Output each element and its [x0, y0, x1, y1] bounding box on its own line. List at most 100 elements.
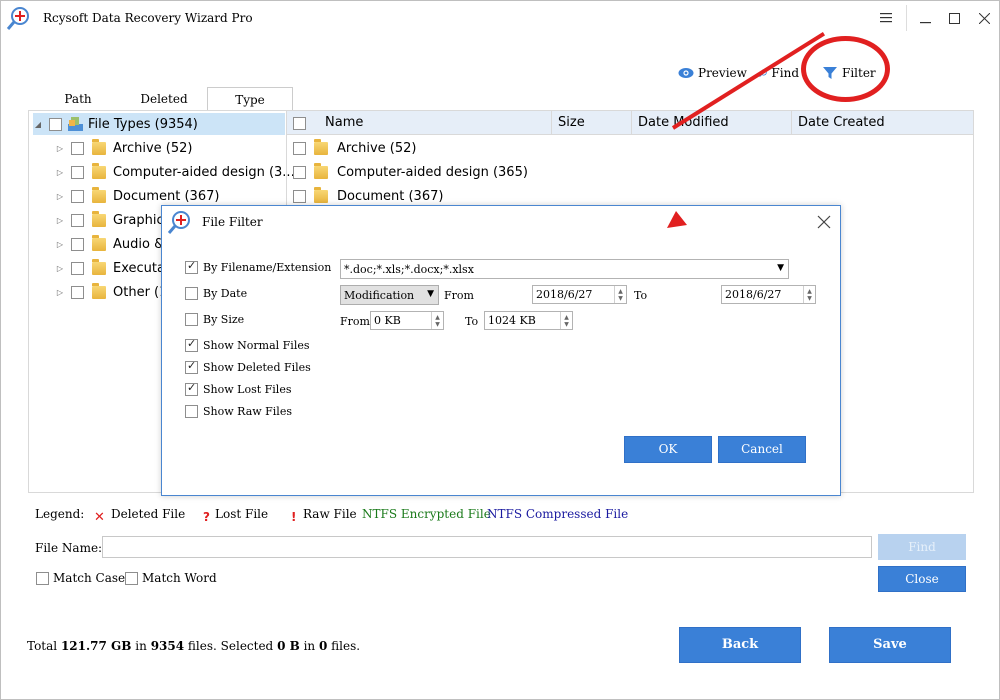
- date-from-label: From: [444, 289, 474, 302]
- date-to-spinner[interactable]: ▲ ▼: [803, 286, 815, 303]
- folder-icon: [92, 210, 106, 227]
- size-from-field[interactable]: 0 KB ▲ ▼: [370, 311, 444, 330]
- show-raw-label: Show Raw Files: [203, 405, 292, 418]
- date-to-field[interactable]: 2018/6/27 ▲ ▼: [721, 285, 816, 304]
- tree-item[interactable]: ▷ Document (367): [55, 185, 219, 207]
- column-name[interactable]: Name: [319, 111, 551, 135]
- collapse-icon[interactable]: ◢: [33, 120, 43, 129]
- size-from-spinner[interactable]: ▲ ▼: [431, 312, 443, 329]
- column-date-modified[interactable]: Date Modified: [631, 111, 791, 135]
- tree-item-checkbox[interactable]: [71, 141, 84, 155]
- column-date-created[interactable]: Date Created: [791, 111, 973, 135]
- tree-root-checkbox[interactable]: [49, 117, 62, 131]
- show-normal-checkbox[interactable]: [185, 337, 198, 352]
- match-word-option[interactable]: Match Word: [125, 571, 217, 585]
- match-case-checkbox[interactable]: [36, 571, 49, 585]
- back-button[interactable]: Back: [679, 627, 801, 663]
- tree-item-checkbox[interactable]: [71, 189, 84, 203]
- tree-item[interactable]: ▷ Graphics: [55, 209, 170, 231]
- table-row[interactable]: Archive (52): [293, 136, 416, 160]
- size-to-spinner[interactable]: ▲ ▼: [560, 312, 572, 329]
- app-title: Rcysoft Data Recovery Wizard Pro: [43, 11, 253, 25]
- tree-item[interactable]: ▷ Other (1: [55, 281, 167, 303]
- expand-icon[interactable]: ▷: [55, 168, 65, 177]
- close-find-button[interactable]: Close: [878, 566, 966, 592]
- match-word-label: Match Word: [142, 571, 217, 585]
- show-deleted-option[interactable]: Show Deleted Files: [185, 359, 311, 374]
- folder-icon: [314, 162, 328, 179]
- find-toolbar-button[interactable]: Find: [759, 63, 799, 83]
- tree-item-checkbox[interactable]: [71, 165, 84, 179]
- select-all-checkbox[interactable]: [293, 117, 306, 130]
- by-date-option[interactable]: By Date: [185, 287, 247, 300]
- tree-item[interactable]: ▷ Computer-aided design (3...: [55, 161, 295, 183]
- tree-item[interactable]: ▷ Executab: [55, 257, 173, 279]
- column-size[interactable]: Size: [551, 111, 631, 135]
- show-lost-option[interactable]: Show Lost Files: [185, 381, 291, 396]
- eye-icon: [678, 68, 694, 78]
- status-total-prefix: Total: [27, 639, 58, 653]
- row-checkbox[interactable]: [293, 189, 306, 203]
- status-total-size: 121.77 GB: [60, 639, 132, 653]
- row-name: Computer-aided design (365): [337, 164, 528, 180]
- app-logo-icon: [6, 7, 29, 30]
- status-total-files: 9354: [150, 639, 185, 653]
- size-to-field[interactable]: 1024 KB ▲ ▼: [484, 311, 573, 330]
- by-size-option[interactable]: By Size: [185, 313, 244, 326]
- tree-item[interactable]: ▷ Archive (52): [55, 137, 192, 159]
- date-type-select[interactable]: Modification ▼: [340, 285, 439, 305]
- filename-extension-combo[interactable]: *.doc;*.xls;*.docx;*.xlsx ▼: [340, 259, 789, 279]
- tree-item[interactable]: ▷ Audio &: [55, 233, 164, 255]
- row-checkbox[interactable]: [293, 165, 306, 179]
- show-raw-option[interactable]: Show Raw Files: [185, 405, 292, 418]
- by-filename-option[interactable]: By Filename/Extension: [185, 259, 331, 274]
- expand-icon[interactable]: ▷: [55, 264, 65, 273]
- expand-icon[interactable]: ▷: [55, 216, 65, 225]
- show-normal-label: Show Normal Files: [203, 339, 310, 352]
- table-row[interactable]: Computer-aided design (365): [293, 160, 528, 184]
- date-to-value: 2018/6/27: [725, 288, 782, 301]
- show-lost-checkbox[interactable]: [185, 381, 198, 396]
- hamburger-icon[interactable]: [875, 7, 897, 29]
- match-word-checkbox[interactable]: [125, 571, 138, 585]
- show-deleted-checkbox[interactable]: [185, 359, 198, 374]
- save-button[interactable]: Save: [829, 627, 951, 663]
- show-raw-checkbox[interactable]: [185, 405, 198, 418]
- expand-icon[interactable]: ▷: [55, 288, 65, 297]
- folder-icon: [92, 186, 106, 203]
- annotation-circle: [801, 36, 890, 102]
- dialog-close-icon[interactable]: [817, 215, 831, 229]
- ok-button[interactable]: OK: [624, 436, 712, 463]
- status-selected-files: 0: [318, 639, 328, 653]
- expand-icon[interactable]: ▷: [55, 240, 65, 249]
- row-name: Archive (52): [337, 140, 417, 156]
- by-filename-checkbox[interactable]: [185, 259, 198, 274]
- tree-root[interactable]: ◢ File Types (9354): [33, 113, 285, 135]
- title-bar: Rcysoft Data Recovery Wizard Pro: [1, 1, 999, 35]
- match-case-option[interactable]: Match Case: [36, 571, 125, 585]
- row-checkbox[interactable]: [293, 141, 306, 155]
- cancel-button[interactable]: Cancel: [718, 436, 806, 463]
- by-size-checkbox[interactable]: [185, 313, 198, 326]
- tree-item-checkbox[interactable]: [71, 237, 84, 251]
- tree-item-checkbox[interactable]: [71, 213, 84, 227]
- show-normal-option[interactable]: Show Normal Files: [185, 337, 310, 352]
- find-button[interactable]: Find: [878, 534, 966, 560]
- date-from-field[interactable]: 2018/6/27 ▲ ▼: [532, 285, 627, 304]
- expand-icon[interactable]: ▷: [55, 192, 65, 201]
- file-name-input[interactable]: [102, 536, 872, 558]
- tab-type[interactable]: Type: [207, 87, 293, 111]
- by-date-checkbox[interactable]: [185, 287, 198, 300]
- minimize-button[interactable]: [914, 7, 936, 29]
- show-deleted-label: Show Deleted Files: [203, 361, 311, 374]
- maximize-button[interactable]: [943, 7, 965, 29]
- date-from-spinner[interactable]: ▲ ▼: [614, 286, 626, 303]
- expand-icon[interactable]: ▷: [55, 144, 65, 153]
- close-window-button[interactable]: [973, 7, 995, 29]
- tree-item-checkbox[interactable]: [71, 261, 84, 275]
- preview-button[interactable]: Preview: [678, 63, 747, 83]
- tab-path[interactable]: Path: [48, 87, 108, 111]
- tree-item-checkbox[interactable]: [71, 285, 84, 299]
- status-bar: Total 121.77 GB in 9354 files. Selected …: [27, 639, 360, 653]
- tab-deleted[interactable]: Deleted: [128, 87, 200, 111]
